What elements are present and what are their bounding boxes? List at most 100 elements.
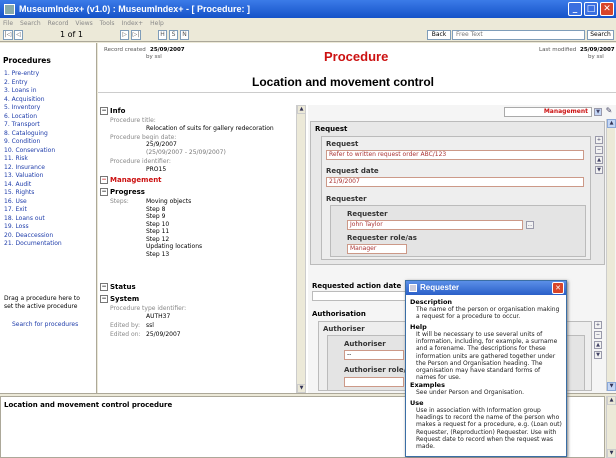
menu-file[interactable]: File (3, 20, 13, 27)
sidebar-item-loans-in[interactable]: 3. Loans in (4, 87, 37, 94)
request-inner-group: Request Refer to written request order A… (321, 136, 591, 260)
step-item: Step 12 (146, 235, 170, 243)
collapse-icon[interactable]: − (100, 107, 108, 115)
request-date-field[interactable]: 21/9/2007 (326, 177, 584, 187)
record-counter: 1 of 1 (60, 30, 83, 39)
sidebar-item-pre-entry[interactable]: 1. Pre-entry (4, 70, 39, 77)
scroll-down-icon[interactable]: ▼ (607, 382, 616, 391)
search-button[interactable]: Search (587, 30, 614, 40)
sidebar-item-transport[interactable]: 7. Transport (4, 121, 40, 128)
sidebar-item-rights[interactable]: 15. Rights (4, 189, 34, 196)
system-section-title: System (110, 295, 140, 303)
remove-row-icon[interactable]: − (594, 331, 602, 339)
page-title: Procedure (324, 49, 389, 64)
n-button[interactable]: N (180, 30, 189, 40)
sidebar-item-insurance[interactable]: 12. Insurance (4, 164, 45, 171)
scroll-down-icon[interactable]: ▼ (297, 384, 306, 393)
s-button[interactable]: S (169, 30, 178, 40)
menu-help[interactable]: Help (150, 20, 164, 27)
last-record-button[interactable]: ▷| (131, 30, 141, 40)
sidebar-item-condition[interactable]: 9. Condition (4, 138, 40, 145)
maximize-button[interactable]: □ (584, 2, 598, 16)
menu-tools[interactable]: Tools (100, 20, 115, 27)
sidebar-item-cataloguing[interactable]: 8. Cataloguing (4, 130, 48, 137)
sidebar-item-loss[interactable]: 19. Loss (4, 223, 29, 230)
view-selector[interactable]: Management (504, 107, 592, 117)
sidebar-item-location[interactable]: 6. Location (4, 113, 37, 120)
next-record-button[interactable]: ▷ (120, 30, 129, 40)
management-section-header[interactable]: − Management (100, 176, 162, 184)
close-button[interactable]: ✕ (600, 2, 614, 16)
progress-section-header[interactable]: − Progress (100, 188, 145, 196)
add-row-icon[interactable]: + (594, 321, 602, 329)
sidebar-item-acquisition[interactable]: 4. Acquisition (4, 96, 45, 103)
last-modified-by: by ssl (588, 54, 604, 60)
app-icon (4, 3, 15, 15)
sidebar-item-loans-out[interactable]: 18. Loans out (4, 215, 45, 222)
minimize-button[interactable]: _ (568, 2, 582, 16)
menu-search[interactable]: Search (20, 20, 41, 27)
menu-index[interactable]: Index+ (122, 20, 144, 27)
sidebar-item-risk[interactable]: 11. Risk (4, 155, 28, 162)
scroll-up-icon[interactable]: ▲ (297, 105, 306, 114)
move-up-icon[interactable]: ▲ (595, 156, 603, 164)
move-up-icon[interactable]: ▲ (594, 341, 602, 349)
sidebar-item-documentation[interactable]: 21. Documentation (4, 240, 62, 247)
authoriser-field[interactable]: -- (344, 350, 404, 360)
search-procedures-link[interactable]: Search for procedures (12, 321, 82, 329)
steps-label: Steps: (110, 198, 129, 205)
move-down-icon[interactable]: ▼ (594, 351, 602, 359)
collapse-icon[interactable]: − (100, 283, 108, 291)
sidebar-item-deaccession[interactable]: 20. Deaccession (4, 232, 53, 239)
collapse-icon[interactable]: − (100, 176, 108, 184)
scroll-up-icon[interactable]: ▲ (607, 396, 616, 405)
remove-row-icon[interactable]: − (595, 146, 603, 154)
sidebar-item-valuation[interactable]: 13. Valuation (4, 172, 43, 179)
help-heading: Help (410, 323, 427, 331)
drag-hint: Drag a procedure here to set the active … (4, 295, 80, 310)
procedures-sidebar: Procedures 1. Pre-entry 2. Entry 3. Loan… (0, 43, 97, 393)
collapse-icon[interactable]: − (100, 295, 108, 303)
info-section-header[interactable]: − Info (100, 107, 125, 115)
form-scrollbar[interactable]: ▲ ▼ (606, 119, 616, 391)
sidebar-item-entry[interactable]: 2. Entry (4, 79, 28, 86)
lookup-button[interactable]: ... (526, 221, 534, 229)
add-row-icon[interactable]: + (595, 136, 603, 144)
sidebar-item-use[interactable]: 16. Use (4, 198, 27, 205)
step-item: Updating locations (146, 243, 203, 250)
sidebar-item-conservation[interactable]: 10. Conservation (4, 147, 55, 154)
identifier-label: Procedure identifier: (110, 158, 171, 165)
edit-icon[interactable]: ✎ (605, 107, 613, 116)
scroll-up-icon[interactable]: ▲ (607, 119, 616, 128)
edited-by-value: ssl (146, 322, 154, 329)
chevron-down-icon[interactable]: ▼ (594, 108, 602, 116)
first-record-button[interactable]: |◁ (3, 30, 13, 40)
h-button[interactable]: H (158, 30, 167, 40)
procedure-title-value: Relocation of suits for gallery redecora… (146, 125, 274, 132)
footer-scrollbar[interactable]: ▲ ▼ (606, 396, 616, 458)
procedure-title-label: Procedure title: (110, 117, 156, 124)
move-down-icon[interactable]: ▼ (595, 166, 603, 174)
requester-group: Requester John Taylor ... Requester role… (330, 205, 586, 257)
menu-views[interactable]: Views (75, 20, 92, 27)
collapse-icon[interactable]: − (100, 188, 108, 196)
step-item: Step 13 (146, 250, 170, 258)
edited-on-label: Edited on: (110, 331, 141, 338)
record-created-by: by ssl (146, 54, 162, 60)
system-section-header[interactable]: − System (100, 295, 139, 303)
sidebar-item-inventory[interactable]: 5. Inventory (4, 104, 40, 111)
menu-record[interactable]: Record (48, 20, 69, 27)
popup-close-button[interactable]: ✕ (552, 282, 564, 294)
free-text-input[interactable]: Free Text (452, 30, 585, 40)
authoriser-role-field[interactable] (344, 377, 404, 387)
status-section-header[interactable]: − Status (100, 283, 136, 291)
back-button[interactable]: Back (427, 30, 451, 40)
prev-record-button[interactable]: ◁ (14, 30, 23, 40)
sidebar-item-exit[interactable]: 17. Exit (4, 206, 27, 213)
sidebar-item-audit[interactable]: 14. Audit (4, 181, 31, 188)
requester-role-field[interactable]: Manager (347, 244, 407, 254)
last-modified-date: 25/09/2007 (580, 47, 615, 53)
requester-field[interactable]: John Taylor (347, 220, 523, 230)
info-scrollbar[interactable]: ▲ ▼ (296, 105, 306, 393)
request-field[interactable]: Refer to written request order ABC/123 (326, 150, 584, 160)
